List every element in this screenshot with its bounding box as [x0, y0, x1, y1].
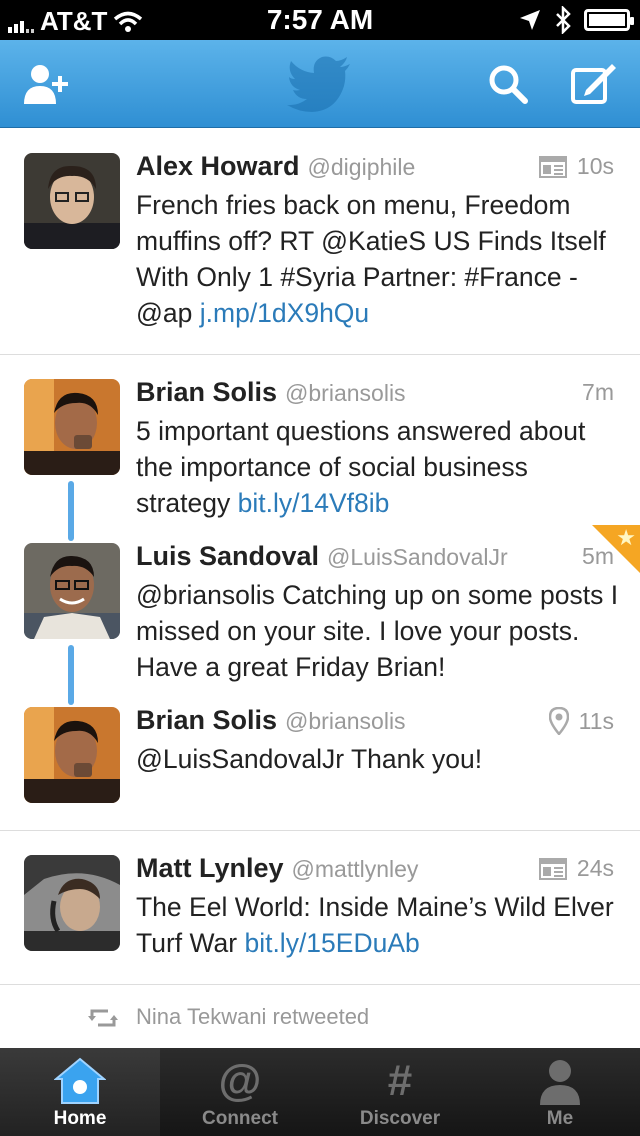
avatar[interactable]	[24, 153, 120, 249]
tweet-text: @briansolis Catching up on some posts I …	[136, 577, 626, 685]
tab-label: Home	[53, 1108, 107, 1129]
home-timeline[interactable]: Alex Howard @digiphile 10s French fries b…	[0, 129, 640, 1048]
author-handle: @mattlynley	[291, 856, 419, 882]
tweet-link[interactable]: j.mp/1dX9hQu	[200, 298, 369, 328]
person-icon	[480, 1056, 640, 1106]
home-icon	[0, 1056, 160, 1106]
tweet-author[interactable]: Brian Solis @briansolis	[136, 705, 406, 736]
tweet-author[interactable]: Matt Lynley @mattlynley	[136, 853, 418, 884]
tweet-link[interactable]: bit.ly/15EDuAb	[244, 928, 419, 958]
tab-label: Connect	[202, 1108, 278, 1129]
tweet[interactable]: Brian Solis @briansolis 11s @LuisSandoval…	[0, 683, 640, 831]
author-name: Luis Sandoval	[136, 541, 320, 571]
divider	[0, 984, 640, 985]
tweet-meta: 24s	[538, 855, 614, 882]
author-name: Brian Solis	[136, 377, 278, 407]
nav-bar	[0, 40, 640, 128]
tweet-meta: 11s	[548, 707, 614, 735]
tweet-body: @briansolis Catching up on some posts I …	[136, 580, 619, 682]
tweet-meta: 10s	[538, 153, 614, 180]
tweet[interactable]: ★ Luis Sandoval @LuisSandovalJr 5m @brian…	[0, 519, 640, 683]
at-icon: @	[218, 1056, 262, 1105]
summary-card-icon	[538, 857, 567, 880]
avatar[interactable]	[24, 379, 120, 475]
author-handle: @briansolis	[285, 708, 406, 734]
author-name: Alex Howard	[136, 151, 300, 181]
add-user-icon	[24, 65, 68, 104]
tweet-author[interactable]: Alex Howard @digiphile	[136, 151, 415, 182]
tweet-timestamp: 7m	[582, 379, 614, 405]
search-icon	[489, 65, 528, 104]
location-pin-icon	[548, 707, 569, 735]
search-button[interactable]	[480, 58, 536, 110]
tweet[interactable]: Brian Solis @briansolis 7m 5 important qu…	[0, 355, 640, 519]
tweet-timestamp: 10s	[576, 153, 614, 179]
favorite-star-icon: ★	[616, 525, 636, 550]
twitter-bird-icon	[286, 54, 354, 116]
tweet-author[interactable]: Luis Sandoval @LuisSandovalJr	[136, 541, 508, 572]
avatar[interactable]	[24, 707, 120, 803]
summary-card-icon	[538, 155, 567, 178]
tab-label: Me	[546, 1108, 574, 1129]
retweet-icon	[88, 1009, 118, 1027]
tweet-timestamp: 11s	[578, 707, 614, 734]
compose-tweet-button[interactable]	[566, 58, 622, 110]
avatar[interactable]	[24, 543, 120, 639]
author-handle: @LuisSandovalJr	[327, 544, 508, 570]
tweet[interactable]: Alex Howard @digiphile 10s French fries b…	[0, 129, 640, 355]
compose-icon	[571, 64, 616, 104]
status-icons	[518, 6, 634, 34]
avatar[interactable]	[24, 855, 120, 951]
hashtag-icon: #	[387, 1056, 413, 1105]
tab-label: Discover	[359, 1108, 441, 1129]
tweet-body: @LuisSandovalJr Thank you!	[136, 744, 483, 774]
tweet-text: 5 important questions answered about the…	[136, 413, 626, 521]
tweet-link[interactable]: bit.ly/14Vf8ib	[238, 488, 390, 518]
retweet-text: Nina Tekwani retweeted	[136, 1004, 370, 1029]
tweet-text: French fries back on menu, Freedom muffi…	[136, 187, 626, 331]
tweet-timestamp: 24s	[576, 855, 614, 881]
tweet-text: @LuisSandovalJr Thank you!	[136, 741, 626, 777]
author-handle: @briansolis	[285, 380, 406, 406]
tweet[interactable]: Matt Lynley @mattlynley 24s The Eel World…	[0, 831, 640, 985]
status-bar: AT&T 7:57 AM	[0, 0, 640, 40]
tweet-meta: 7m	[582, 379, 614, 406]
tab-me[interactable]: Me	[480, 1048, 640, 1136]
tweet-text: The Eel World: Inside Maine’s Wild Elver…	[136, 889, 626, 961]
tab-bar: Home @ Connect # Discover Me	[0, 1048, 640, 1136]
tweet-author[interactable]: Brian Solis @briansolis	[136, 377, 406, 408]
author-handle: @digiphile	[307, 154, 416, 180]
tweet-timestamp: 5m	[582, 543, 614, 569]
location-arrow-icon	[520, 10, 540, 30]
tab-home[interactable]: Home	[0, 1048, 160, 1136]
tweet-meta: 5m	[582, 543, 614, 570]
add-user-button[interactable]	[20, 58, 76, 110]
tab-connect[interactable]: @ Connect	[160, 1048, 320, 1136]
bluetooth-icon	[556, 6, 571, 34]
battery-icon	[584, 9, 634, 31]
author-name: Brian Solis	[136, 705, 278, 735]
tab-discover[interactable]: # Discover	[320, 1048, 480, 1136]
author-name: Matt Lynley	[136, 853, 284, 883]
